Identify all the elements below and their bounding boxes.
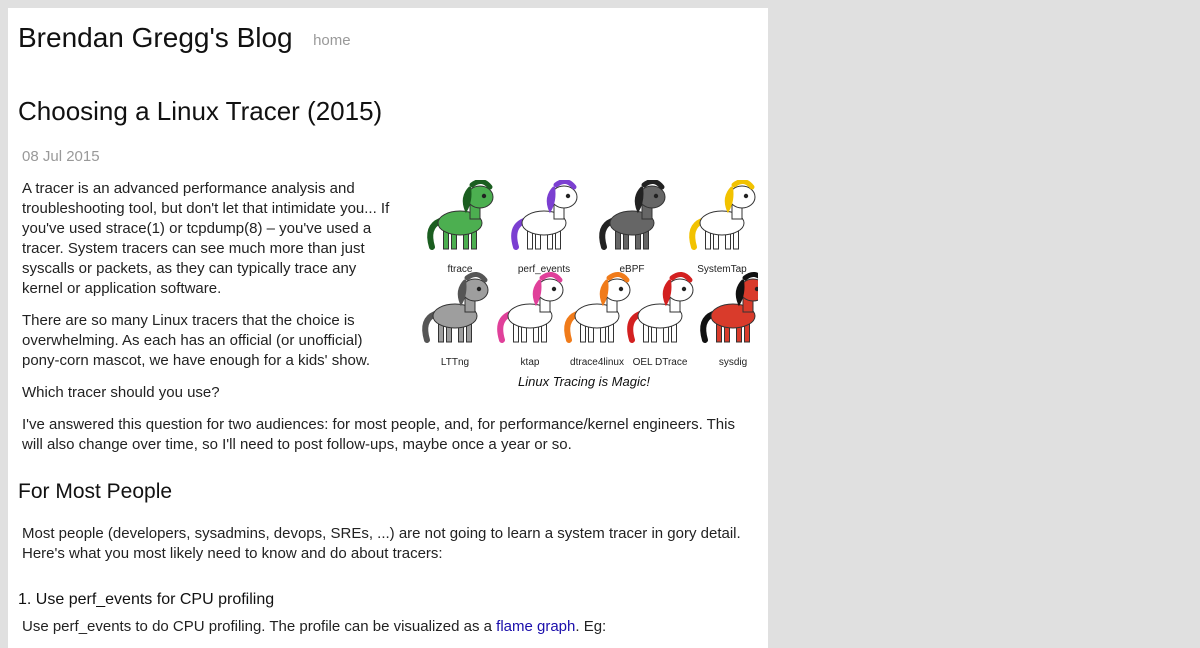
pony-mascot — [689, 180, 756, 250]
page: Brendan Gregg's Blog home Choosing a Lin… — [8, 8, 768, 648]
pony-label: sysdig — [719, 357, 747, 368]
pony-mascot — [700, 272, 758, 343]
pony-mascots-image: ftrace perf_events eBPF SystemTap LTTng ktap d… — [422, 180, 758, 368]
cpu-profiling-text-end: . Eg: — [575, 618, 607, 635]
pony-label: eBPF — [619, 264, 644, 275]
pony-mascot — [427, 180, 494, 250]
pony-mascot — [511, 180, 578, 250]
post-title: Choosing a Linux Tracer (2015) — [18, 96, 383, 126]
flame-graph-link[interactable]: flame graph — [496, 618, 575, 635]
pony-mascot — [599, 180, 666, 250]
pony-label: perf_events — [518, 264, 570, 275]
pony-mascot — [564, 272, 631, 343]
pony-label: dtrace4linux — [570, 357, 624, 368]
site-title-link[interactable]: Brendan Gregg's Blog — [18, 22, 293, 53]
paragraph-intro: A tracer is an advanced performance anal… — [22, 180, 390, 297]
paragraph-cpu-profiling: Use perf_events to do CPU profiling. The… — [22, 617, 752, 637]
subheading-perf-events: 1. Use perf_events for CPU profiling — [18, 591, 275, 608]
paragraph-tracers: There are so many Linux tracers that the… — [22, 312, 371, 369]
pony-mascot — [497, 272, 564, 343]
pony-label: OEL DTrace — [633, 357, 688, 368]
tracer-mascots-figure: ftrace perf_events eBPF SystemTap LTTng ktap d… — [410, 180, 758, 389]
paragraph-question: Which tracer should you use? — [22, 384, 220, 401]
pony-label: ktap — [521, 357, 540, 368]
post-date: 08 Jul 2015 — [22, 148, 100, 165]
paragraph-most-people: Most people (developers, sysadmins, devo… — [22, 525, 741, 562]
pony-mascot — [627, 272, 694, 343]
pony-label: SystemTap — [697, 264, 747, 275]
pony-label: LTTng — [441, 357, 469, 368]
cpu-profiling-text: Use perf_events to do CPU profiling. The… — [22, 618, 497, 635]
section-heading: For Most People — [18, 480, 173, 503]
paragraph-audiences: I've answered this question for two audi… — [22, 416, 735, 453]
site-header: Brendan Gregg's Blog home — [18, 22, 351, 54]
figure-caption: Linux Tracing is Magic! — [518, 374, 650, 389]
pony-label: ftrace — [447, 264, 472, 275]
home-link[interactable]: home — [313, 32, 351, 49]
pony-mascot — [422, 272, 489, 343]
